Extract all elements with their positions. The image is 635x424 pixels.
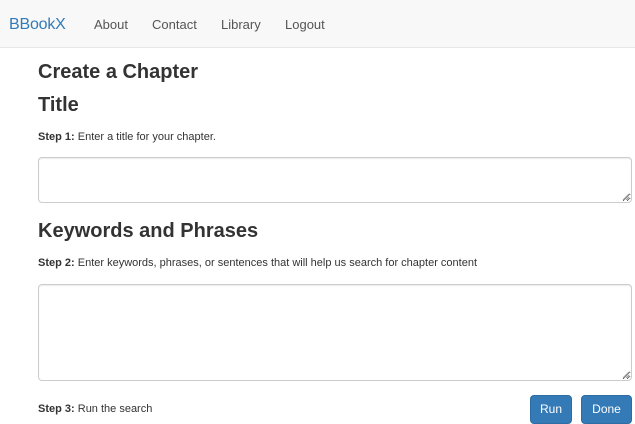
keywords-input[interactable] [38, 284, 632, 381]
title-section-heading: Title [38, 94, 79, 116]
nav-logout-link[interactable]: Logout [285, 17, 325, 33]
step-2-instruction: Step 2: Enter keywords, phrases, or sent… [38, 256, 477, 270]
step-1-label: Step 1: [38, 131, 75, 143]
brand-link[interactable]: BBookX [9, 15, 66, 35]
nav-about-link[interactable]: About [94, 17, 128, 33]
nav-library-link[interactable]: Library [221, 17, 261, 33]
run-button[interactable]: Run [530, 395, 572, 424]
keywords-section-heading: Keywords and Phrases [38, 220, 259, 242]
page-title: Create a Chapter [38, 61, 199, 83]
step-3-instruction: Step 3: Run the search [38, 402, 152, 416]
done-button[interactable]: Done [581, 395, 632, 424]
chapter-title-input[interactable] [38, 157, 632, 203]
step-2-label: Step 2: [38, 257, 75, 269]
step-1-instruction: Step 1: Enter a title for your chapter. [38, 130, 216, 144]
step-3-text: Run the search [74, 403, 153, 415]
step-1-text: Enter a title for your chapter. [74, 131, 216, 143]
top-navbar: BBookX About Contact Library Logout [0, 0, 635, 48]
nav-contact-link[interactable]: Contact [152, 17, 197, 33]
step-3-label: Step 3: [38, 403, 75, 415]
step-2-text: Enter keywords, phrases, or sentences th… [74, 257, 478, 269]
